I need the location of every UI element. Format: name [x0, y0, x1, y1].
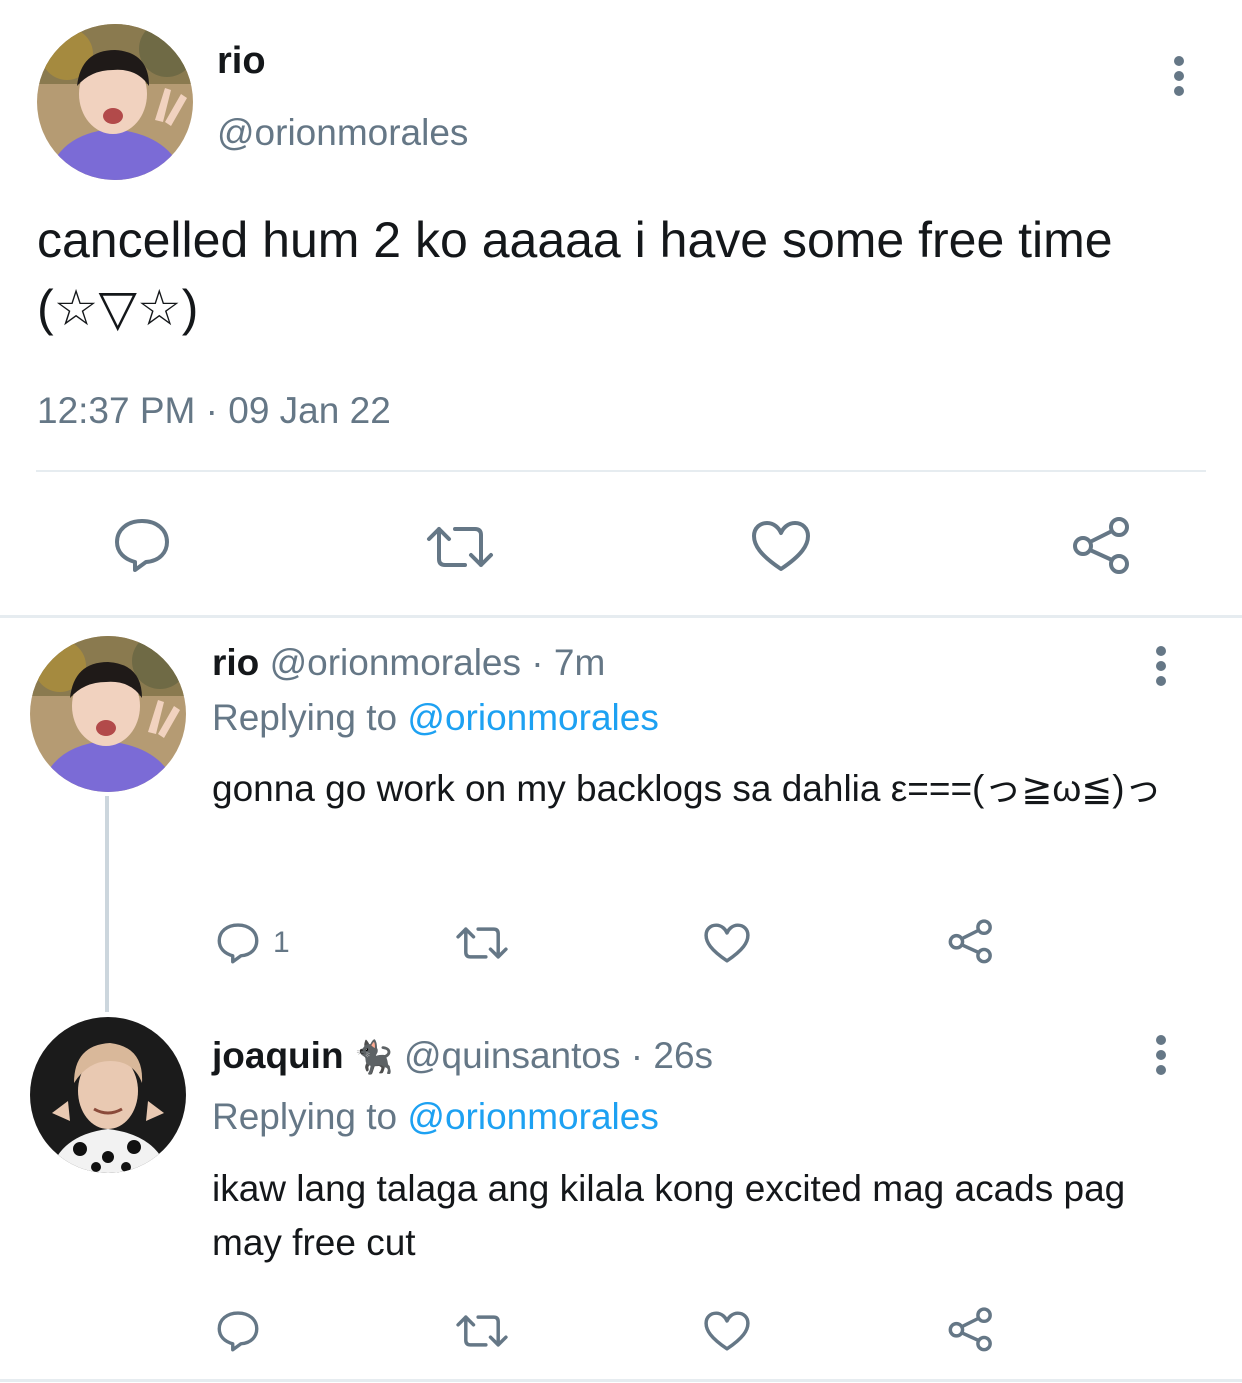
reply-author-handle[interactable]: @orionmorales: [270, 642, 521, 683]
retweet-icon[interactable]: [425, 525, 495, 569]
reply-icon[interactable]: [216, 1310, 260, 1352]
divider: [36, 470, 1206, 472]
more-options-icon[interactable]: [1155, 646, 1167, 686]
share-icon[interactable]: [947, 918, 995, 964]
reply-author-handle[interactable]: @quinsantos: [404, 1035, 621, 1076]
share-icon[interactable]: [947, 1306, 995, 1352]
like-icon[interactable]: [703, 1310, 751, 1352]
divider: [0, 1379, 1242, 1382]
author-avatar[interactable]: [37, 24, 193, 180]
reply-header: joaquin 🐈‍⬛ @quinsantos · 26s: [212, 1035, 713, 1077]
reply-icon[interactable]: [113, 517, 171, 573]
reply-count: 1: [273, 926, 290, 959]
reply-author-name[interactable]: rio: [212, 642, 259, 683]
tweet-text: cancelled hum 2 ko aaaaa i have some fre…: [37, 212, 1113, 336]
replying-to: Replying to @orionmorales: [212, 697, 659, 739]
more-options-icon[interactable]: [1155, 1035, 1167, 1075]
reply-avatar[interactable]: [30, 1017, 186, 1173]
like-icon[interactable]: [750, 519, 812, 573]
more-options-icon[interactable]: [1173, 56, 1185, 96]
reply-text: gonna go work on my backlogs sa dahlia ε…: [212, 768, 1162, 809]
like-icon[interactable]: [703, 922, 751, 964]
separator-dot: ·: [630, 1035, 644, 1076]
share-icon[interactable]: [1071, 515, 1133, 575]
replying-to: Replying to @orionmorales: [212, 1096, 659, 1138]
replying-to-label: Replying to: [212, 697, 398, 738]
retweet-icon[interactable]: [455, 1314, 509, 1348]
reply-text: ikaw lang talaga ang kilala kong excited…: [212, 1168, 1126, 1263]
thread-connector: [105, 796, 109, 1012]
replying-to-label: Replying to: [212, 1096, 398, 1137]
reply-time[interactable]: 26s: [653, 1035, 713, 1076]
author-handle[interactable]: @orionmorales: [217, 112, 468, 154]
reply-avatar[interactable]: [30, 636, 186, 792]
cat-emoji-icon: 🐈‍⬛: [353, 1039, 394, 1075]
author-name[interactable]: rio: [217, 40, 266, 83]
separator-dot: ·: [531, 642, 544, 683]
divider: [0, 615, 1242, 618]
reply-icon[interactable]: [216, 922, 260, 964]
reply-header: rio @orionmorales · 7m: [212, 642, 605, 684]
replying-to-handle[interactable]: @orionmorales: [407, 1096, 658, 1137]
reply-author-name[interactable]: joaquin: [212, 1035, 344, 1076]
tweet-timestamp[interactable]: 12:37 PM · 09 Jan 22: [37, 390, 391, 432]
reply-time[interactable]: 7m: [554, 642, 605, 683]
replying-to-handle[interactable]: @orionmorales: [407, 697, 658, 738]
retweet-icon[interactable]: [455, 926, 509, 960]
